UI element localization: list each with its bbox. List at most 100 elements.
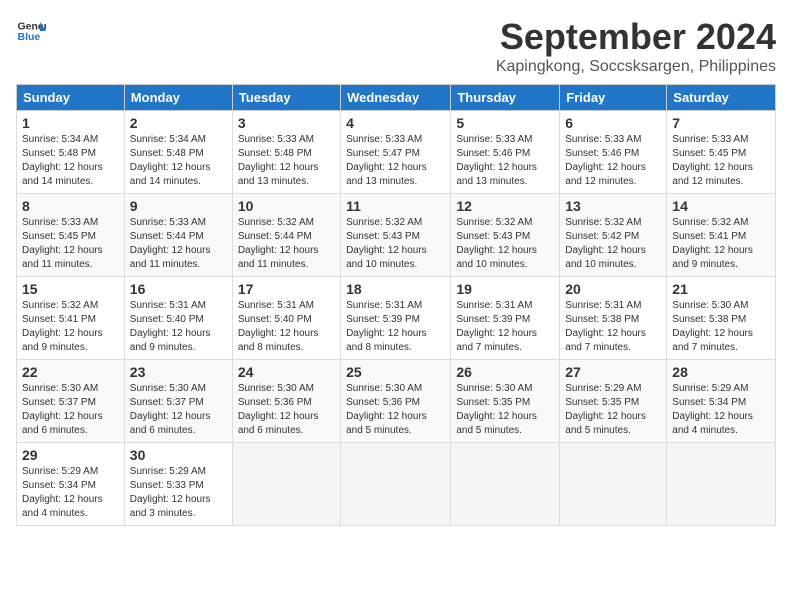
day-info: Sunrise: 5:33 AM Sunset: 5:46 PM Dayligh… (456, 133, 554, 189)
calendar-cell: 9 Sunrise: 5:33 AM Sunset: 5:44 PM Dayli… (124, 194, 232, 277)
day-number: 29 (22, 447, 119, 463)
day-info: Sunrise: 5:33 AM Sunset: 5:47 PM Dayligh… (346, 133, 445, 189)
header-tuesday: Tuesday (232, 85, 340, 111)
day-number: 16 (130, 281, 227, 297)
page-header: General Blue September 2024 Kapingkong, … (16, 16, 776, 76)
day-info: Sunrise: 5:31 AM Sunset: 5:40 PM Dayligh… (130, 299, 227, 355)
day-info: Sunrise: 5:30 AM Sunset: 5:38 PM Dayligh… (672, 299, 770, 355)
calendar-table: Sunday Monday Tuesday Wednesday Thursday… (16, 84, 776, 526)
calendar-cell: 8 Sunrise: 5:33 AM Sunset: 5:45 PM Dayli… (17, 194, 125, 277)
day-info: Sunrise: 5:30 AM Sunset: 5:36 PM Dayligh… (346, 382, 445, 438)
calendar-cell: 10 Sunrise: 5:32 AM Sunset: 5:44 PM Dayl… (232, 194, 340, 277)
calendar-cell: 24 Sunrise: 5:30 AM Sunset: 5:36 PM Dayl… (232, 360, 340, 443)
logo-icon: General Blue (16, 16, 46, 46)
day-info: Sunrise: 5:33 AM Sunset: 5:48 PM Dayligh… (238, 133, 335, 189)
day-number: 26 (456, 364, 554, 380)
header-sunday: Sunday (17, 85, 125, 111)
day-number: 19 (456, 281, 554, 297)
header-wednesday: Wednesday (341, 85, 451, 111)
logo: General Blue (16, 16, 46, 46)
calendar-week-row: 22 Sunrise: 5:30 AM Sunset: 5:37 PM Dayl… (17, 360, 776, 443)
calendar-cell (451, 443, 560, 526)
day-info: Sunrise: 5:32 AM Sunset: 5:41 PM Dayligh… (672, 216, 770, 272)
calendar-cell: 19 Sunrise: 5:31 AM Sunset: 5:39 PM Dayl… (451, 277, 560, 360)
day-number: 5 (456, 115, 554, 131)
calendar-cell: 15 Sunrise: 5:32 AM Sunset: 5:41 PM Dayl… (17, 277, 125, 360)
day-number: 22 (22, 364, 119, 380)
day-info: Sunrise: 5:31 AM Sunset: 5:39 PM Dayligh… (456, 299, 554, 355)
day-number: 11 (346, 198, 445, 214)
day-number: 25 (346, 364, 445, 380)
day-info: Sunrise: 5:32 AM Sunset: 5:43 PM Dayligh… (346, 216, 445, 272)
calendar-cell: 7 Sunrise: 5:33 AM Sunset: 5:45 PM Dayli… (667, 111, 776, 194)
day-info: Sunrise: 5:31 AM Sunset: 5:38 PM Dayligh… (565, 299, 661, 355)
calendar-header-row: Sunday Monday Tuesday Wednesday Thursday… (17, 85, 776, 111)
day-number: 3 (238, 115, 335, 131)
day-info: Sunrise: 5:32 AM Sunset: 5:41 PM Dayligh… (22, 299, 119, 355)
day-info: Sunrise: 5:32 AM Sunset: 5:42 PM Dayligh… (565, 216, 661, 272)
calendar-cell: 5 Sunrise: 5:33 AM Sunset: 5:46 PM Dayli… (451, 111, 560, 194)
day-info: Sunrise: 5:32 AM Sunset: 5:44 PM Dayligh… (238, 216, 335, 272)
day-info: Sunrise: 5:30 AM Sunset: 5:36 PM Dayligh… (238, 382, 335, 438)
calendar-cell: 21 Sunrise: 5:30 AM Sunset: 5:38 PM Dayl… (667, 277, 776, 360)
calendar-cell: 17 Sunrise: 5:31 AM Sunset: 5:40 PM Dayl… (232, 277, 340, 360)
day-info: Sunrise: 5:33 AM Sunset: 5:45 PM Dayligh… (22, 216, 119, 272)
day-info: Sunrise: 5:29 AM Sunset: 5:35 PM Dayligh… (565, 382, 661, 438)
day-info: Sunrise: 5:33 AM Sunset: 5:45 PM Dayligh… (672, 133, 770, 189)
location-subtitle: Kapingkong, Soccsksargen, Philippines (496, 58, 776, 76)
calendar-cell: 26 Sunrise: 5:30 AM Sunset: 5:35 PM Dayl… (451, 360, 560, 443)
day-number: 8 (22, 198, 119, 214)
calendar-cell: 18 Sunrise: 5:31 AM Sunset: 5:39 PM Dayl… (341, 277, 451, 360)
calendar-cell: 12 Sunrise: 5:32 AM Sunset: 5:43 PM Dayl… (451, 194, 560, 277)
day-number: 2 (130, 115, 227, 131)
calendar-cell: 29 Sunrise: 5:29 AM Sunset: 5:34 PM Dayl… (17, 443, 125, 526)
day-info: Sunrise: 5:29 AM Sunset: 5:33 PM Dayligh… (130, 465, 227, 521)
calendar-cell: 6 Sunrise: 5:33 AM Sunset: 5:46 PM Dayli… (560, 111, 667, 194)
day-info: Sunrise: 5:33 AM Sunset: 5:46 PM Dayligh… (565, 133, 661, 189)
day-number: 21 (672, 281, 770, 297)
calendar-cell (560, 443, 667, 526)
calendar-week-row: 15 Sunrise: 5:32 AM Sunset: 5:41 PM Dayl… (17, 277, 776, 360)
day-number: 7 (672, 115, 770, 131)
calendar-cell (232, 443, 340, 526)
day-number: 20 (565, 281, 661, 297)
day-number: 12 (456, 198, 554, 214)
day-number: 15 (22, 281, 119, 297)
calendar-week-row: 29 Sunrise: 5:29 AM Sunset: 5:34 PM Dayl… (17, 443, 776, 526)
calendar-cell: 28 Sunrise: 5:29 AM Sunset: 5:34 PM Dayl… (667, 360, 776, 443)
day-info: Sunrise: 5:34 AM Sunset: 5:48 PM Dayligh… (22, 133, 119, 189)
day-number: 24 (238, 364, 335, 380)
calendar-cell: 2 Sunrise: 5:34 AM Sunset: 5:48 PM Dayli… (124, 111, 232, 194)
day-number: 28 (672, 364, 770, 380)
calendar-cell: 22 Sunrise: 5:30 AM Sunset: 5:37 PM Dayl… (17, 360, 125, 443)
calendar-cell: 4 Sunrise: 5:33 AM Sunset: 5:47 PM Dayli… (341, 111, 451, 194)
day-info: Sunrise: 5:31 AM Sunset: 5:40 PM Dayligh… (238, 299, 335, 355)
day-info: Sunrise: 5:30 AM Sunset: 5:37 PM Dayligh… (22, 382, 119, 438)
calendar-week-row: 8 Sunrise: 5:33 AM Sunset: 5:45 PM Dayli… (17, 194, 776, 277)
calendar-cell: 14 Sunrise: 5:32 AM Sunset: 5:41 PM Dayl… (667, 194, 776, 277)
day-info: Sunrise: 5:30 AM Sunset: 5:35 PM Dayligh… (456, 382, 554, 438)
day-number: 6 (565, 115, 661, 131)
day-number: 9 (130, 198, 227, 214)
day-info: Sunrise: 5:34 AM Sunset: 5:48 PM Dayligh… (130, 133, 227, 189)
day-info: Sunrise: 5:33 AM Sunset: 5:44 PM Dayligh… (130, 216, 227, 272)
calendar-cell: 1 Sunrise: 5:34 AM Sunset: 5:48 PM Dayli… (17, 111, 125, 194)
day-number: 17 (238, 281, 335, 297)
calendar-cell: 3 Sunrise: 5:33 AM Sunset: 5:48 PM Dayli… (232, 111, 340, 194)
calendar-cell (667, 443, 776, 526)
day-number: 1 (22, 115, 119, 131)
title-block: September 2024 Kapingkong, Soccsksargen,… (496, 16, 776, 76)
day-number: 23 (130, 364, 227, 380)
calendar-cell: 30 Sunrise: 5:29 AM Sunset: 5:33 PM Dayl… (124, 443, 232, 526)
calendar-cell: 23 Sunrise: 5:30 AM Sunset: 5:37 PM Dayl… (124, 360, 232, 443)
day-info: Sunrise: 5:30 AM Sunset: 5:37 PM Dayligh… (130, 382, 227, 438)
month-title: September 2024 (496, 16, 776, 58)
day-info: Sunrise: 5:29 AM Sunset: 5:34 PM Dayligh… (22, 465, 119, 521)
day-number: 30 (130, 447, 227, 463)
day-number: 27 (565, 364, 661, 380)
day-info: Sunrise: 5:32 AM Sunset: 5:43 PM Dayligh… (456, 216, 554, 272)
day-number: 18 (346, 281, 445, 297)
day-info: Sunrise: 5:29 AM Sunset: 5:34 PM Dayligh… (672, 382, 770, 438)
calendar-cell: 13 Sunrise: 5:32 AM Sunset: 5:42 PM Dayl… (560, 194, 667, 277)
calendar-cell: 11 Sunrise: 5:32 AM Sunset: 5:43 PM Dayl… (341, 194, 451, 277)
